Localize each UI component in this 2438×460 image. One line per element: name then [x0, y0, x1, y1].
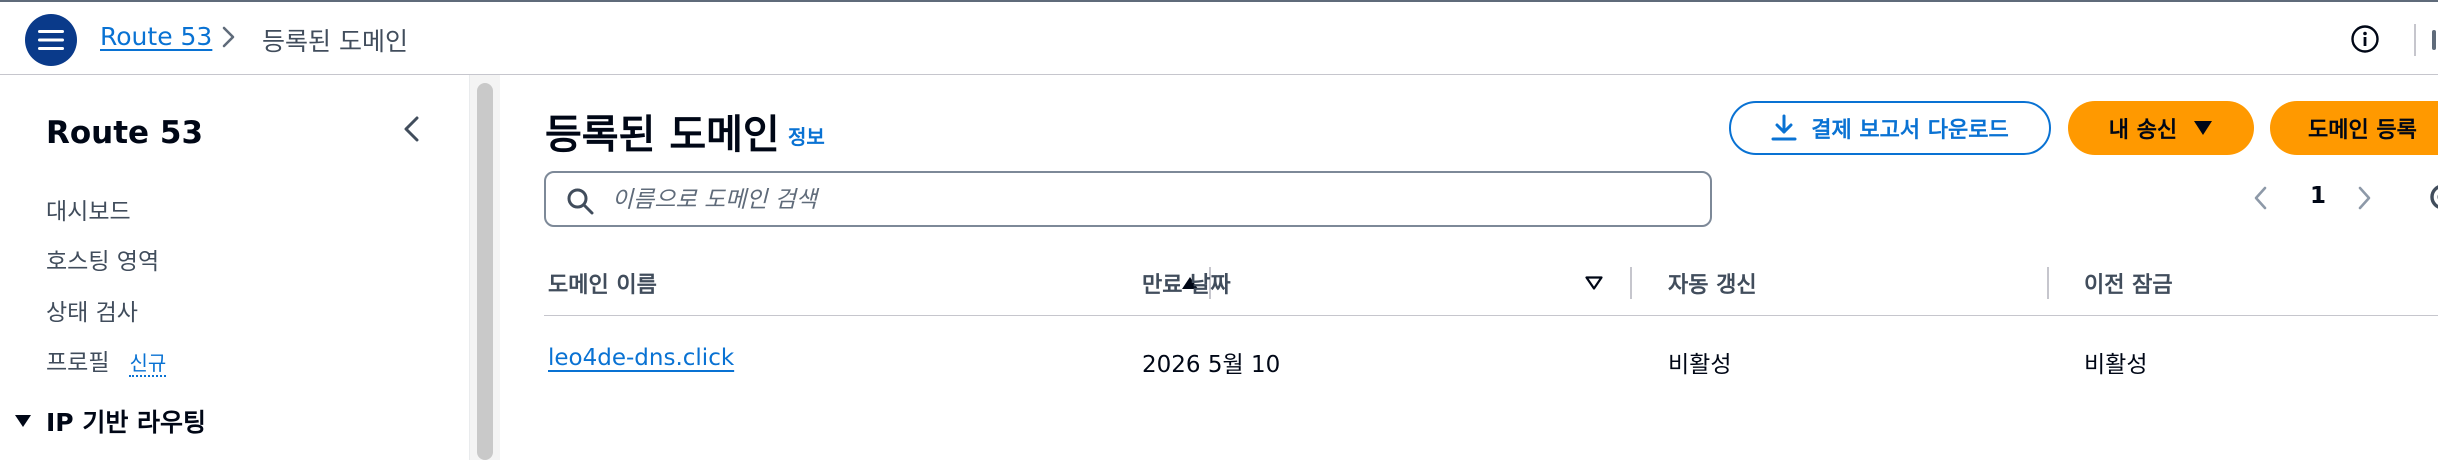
table-header-divider	[544, 315, 2438, 316]
chevron-right-icon	[2358, 186, 2371, 210]
download-icon	[1771, 114, 1797, 141]
info-icon[interactable]	[2350, 24, 2380, 54]
column-header-auto-renew[interactable]: 자동 갱신	[1668, 267, 1757, 299]
transfer-lock-cell: 비활성	[2084, 352, 2148, 378]
next-page-button[interactable]	[2355, 185, 2373, 215]
caret-down-icon	[15, 415, 31, 427]
sidebar-item-health-checks[interactable]: 상태 검사	[46, 293, 138, 327]
my-transfers-label: 내 송신	[2108, 118, 2178, 143]
auto-renew-cell: 비활성	[1668, 352, 1732, 378]
current-page-number[interactable]: 1	[2310, 183, 2326, 209]
chevron-left-icon	[404, 116, 419, 142]
domain-name-link[interactable]: leo4de-dns.click	[548, 345, 734, 371]
settings-icon[interactable]	[2432, 30, 2436, 50]
gear-icon	[2430, 185, 2438, 209]
breadcrumb-current: 등록된 도메인	[262, 27, 408, 56]
collapse-sidebar-button[interactable]	[400, 115, 424, 147]
column-header-domain-name[interactable]: 도메인 이름	[548, 267, 657, 299]
download-report-label: 결제 보고서 다운로드	[1811, 118, 2009, 143]
column-resizer[interactable]	[1630, 267, 1632, 299]
hamburger-icon	[38, 30, 64, 50]
download-report-button[interactable]: 결제 보고서 다운로드	[1729, 101, 2051, 155]
chevron-right-icon	[222, 26, 236, 52]
sort-descending-icon[interactable]	[1585, 275, 1603, 294]
main-content: 등록된 도메인 정보 결제 보고서 다운로드 내 송신 도메인 등록 1	[500, 75, 2438, 460]
top-navigation-bar: Route 53 등록된 도메인	[0, 0, 2438, 75]
new-badge: 신규	[129, 351, 167, 377]
column-header-transfer-lock[interactable]: 이전 잠금	[2084, 267, 2173, 299]
search-input[interactable]	[610, 181, 1694, 219]
domain-search-field[interactable]	[544, 171, 1712, 227]
breadcrumb-root-link[interactable]: Route 53	[100, 22, 212, 51]
menu-button[interactable]	[25, 14, 77, 66]
my-transfers-button[interactable]: 내 송신	[2068, 101, 2254, 155]
scrollbar-thumb[interactable]	[477, 83, 493, 460]
column-resizer[interactable]	[2047, 267, 2049, 299]
divider	[2414, 24, 2416, 56]
register-domain-button[interactable]: 도메인 등록	[2270, 101, 2438, 155]
info-link[interactable]: 정보	[788, 121, 825, 150]
sidebar-section-label: IP 기반 라우팅	[46, 408, 207, 437]
sidebar-item-label: 프로필	[46, 350, 110, 376]
previous-page-button[interactable]	[2252, 185, 2270, 215]
chevron-left-icon	[2254, 186, 2267, 210]
register-domain-label: 도메인 등록	[2308, 118, 2417, 143]
sidebar-section-ip-routing[interactable]: IP 기반 라우팅	[14, 403, 206, 439]
sidebar-item-hosted-zones[interactable]: 호스팅 영역	[46, 242, 159, 276]
sidebar-item-profiles[interactable]: 프로필 신규	[46, 343, 167, 377]
caret-down-icon	[2194, 121, 2213, 135]
sidebar-item-dashboard[interactable]: 대시보드	[46, 192, 131, 226]
table-settings-button[interactable]	[2425, 179, 2438, 219]
column-header-expiry-date[interactable]: 만료 날짜	[1142, 267, 1231, 299]
sidebar-title: Route 53	[46, 115, 204, 151]
expiry-date-cell: 2026 5월 10	[1142, 352, 1281, 378]
search-icon	[567, 188, 594, 215]
page-title: 등록된 도메인	[545, 112, 780, 158]
side-navigation: Route 53 대시보드 호스팅 영역 상태 검사 프로필 신규 IP 기반 라…	[0, 75, 470, 460]
